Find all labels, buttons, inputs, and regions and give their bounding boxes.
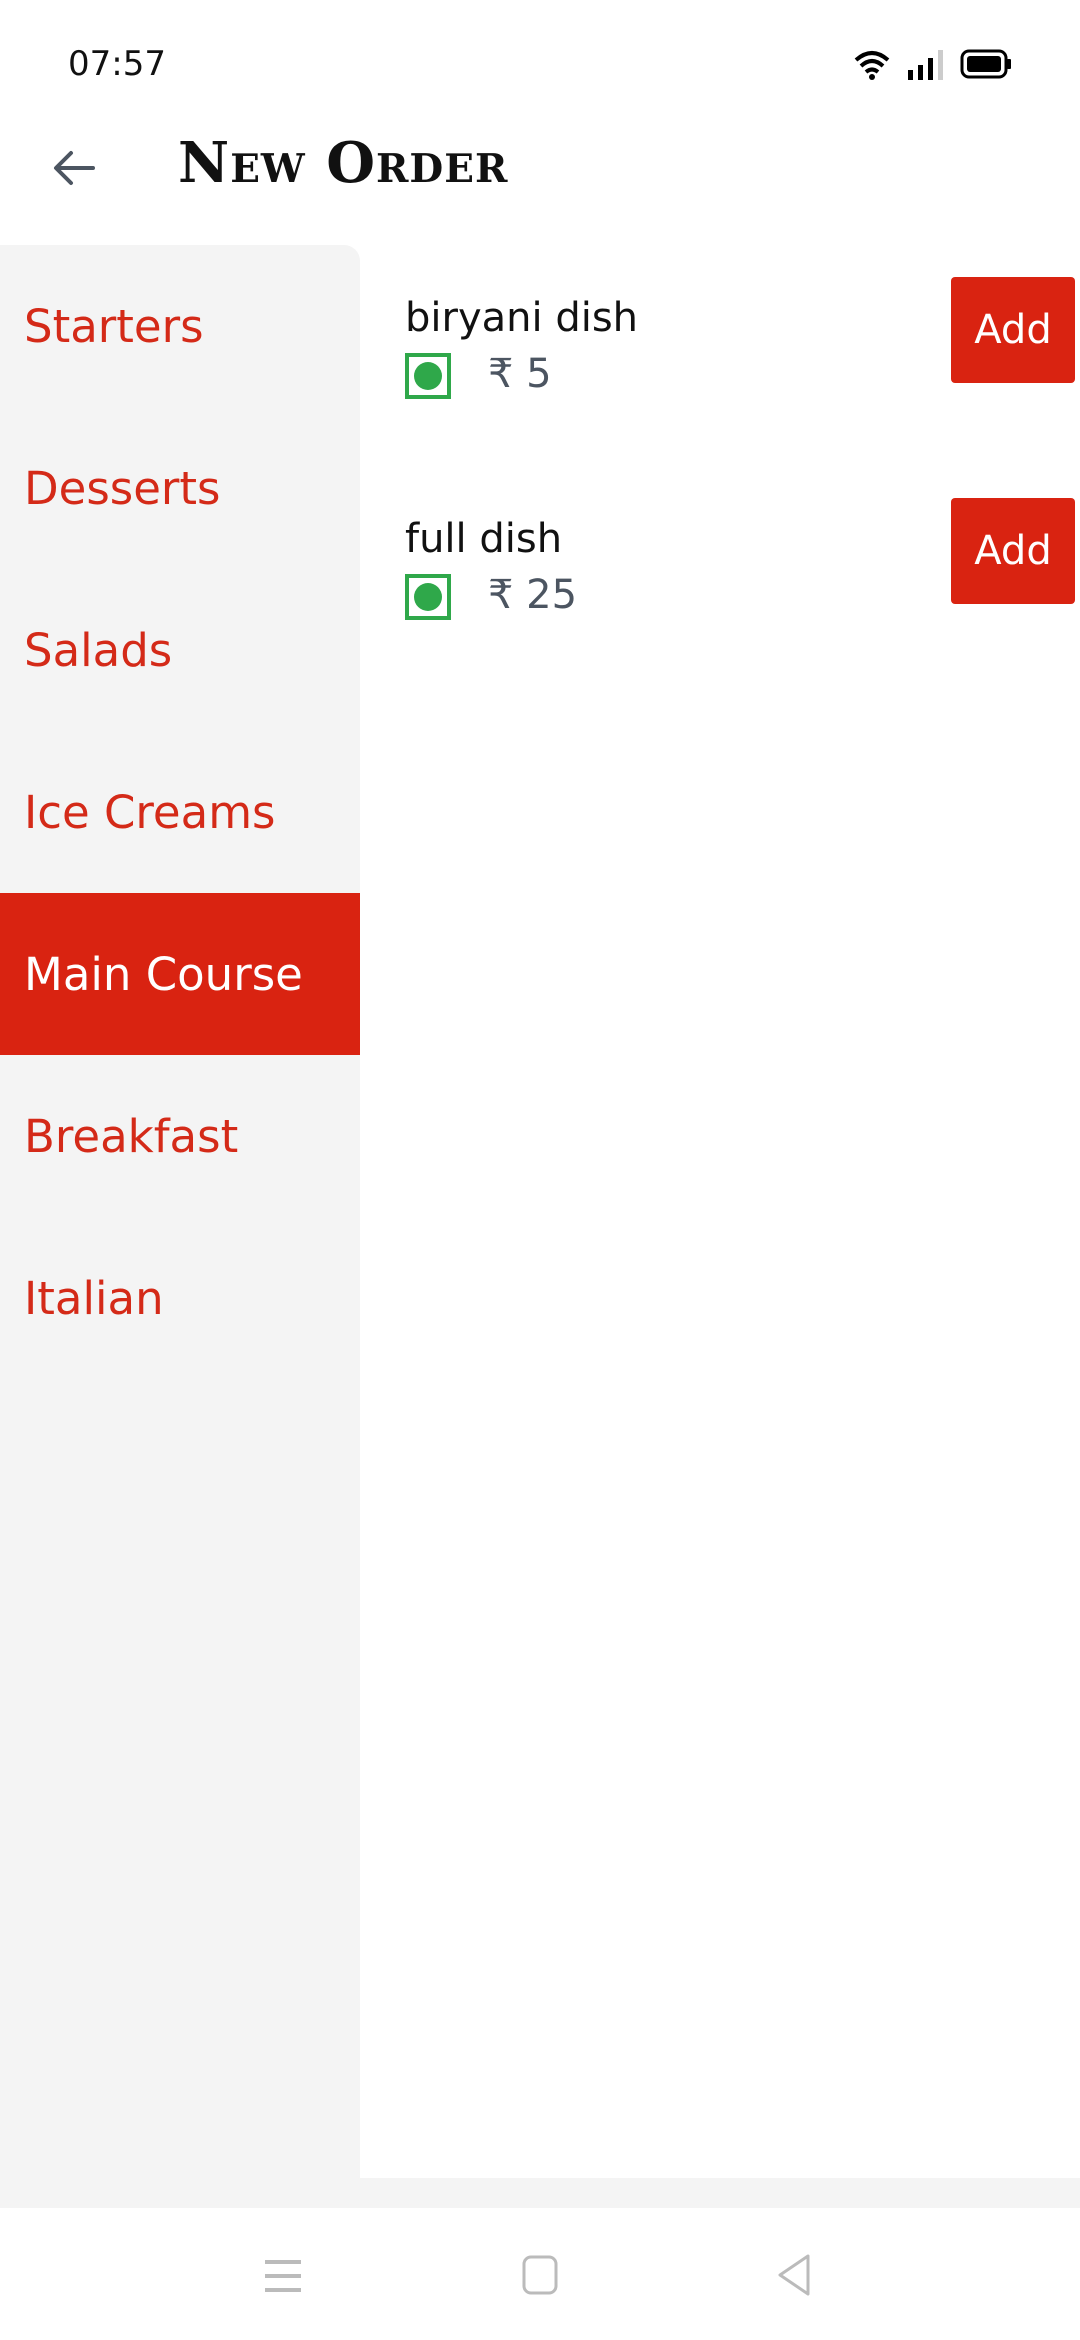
menu-items-panel: biryani dish ₹ 5 Add full dish ₹ 25 Add (360, 245, 1080, 2178)
category-main-course[interactable]: Main Course (0, 893, 360, 1055)
item-price: ₹ 5 (488, 351, 552, 397)
home-icon[interactable] (515, 2250, 565, 2300)
category-salads[interactable]: Salads (0, 569, 360, 731)
bottom-band (0, 2178, 1080, 2208)
add-button[interactable]: Add (951, 498, 1075, 604)
category-ice-creams[interactable]: Ice Creams (0, 731, 360, 893)
item-price: ₹ 25 (488, 572, 578, 618)
category-sidebar: Starters Desserts Salads Ice Creams Main… (0, 245, 360, 2208)
header: New Order (0, 130, 1080, 245)
add-button[interactable]: Add (951, 277, 1075, 383)
battery-icon (960, 49, 1012, 84)
category-desserts[interactable]: Desserts (0, 407, 360, 569)
item-name: biryani dish (405, 295, 639, 341)
veg-indicator-icon (405, 574, 451, 620)
category-italian[interactable]: Italian (0, 1217, 360, 1379)
status-bar: 07:57 (0, 0, 1080, 130)
page-title: New Order (178, 130, 509, 196)
arrow-left-icon (51, 148, 97, 193)
category-breakfast[interactable]: Breakfast (0, 1055, 360, 1217)
system-nav-bar (0, 2208, 1080, 2340)
menu-item: full dish ₹ 25 Add (405, 498, 1075, 666)
signal-icon (906, 48, 946, 85)
status-time: 07:57 (68, 44, 166, 84)
menu-icon[interactable] (257, 2250, 307, 2300)
back-icon[interactable] (770, 2250, 820, 2300)
veg-indicator-icon (405, 353, 451, 399)
item-name: full dish (405, 516, 563, 562)
status-icons (852, 48, 1012, 85)
back-button[interactable] (44, 140, 104, 200)
wifi-icon (852, 48, 892, 85)
category-starters[interactable]: Starters (0, 245, 360, 407)
menu-item: biryani dish ₹ 5 Add (405, 277, 1075, 445)
